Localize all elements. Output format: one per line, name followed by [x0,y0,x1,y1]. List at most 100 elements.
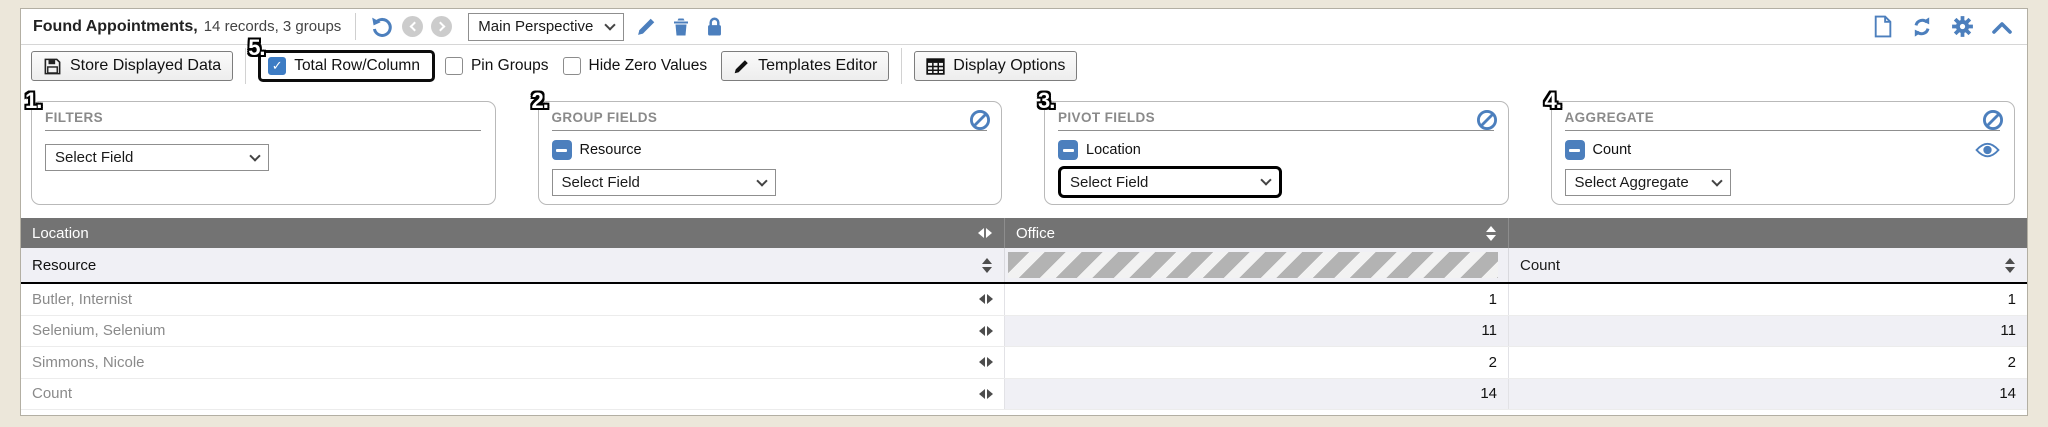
move-left-right-icon[interactable] [979,326,993,336]
remove-field-minus-icon[interactable] [552,140,572,160]
annotation-3: 3. [1038,90,1054,112]
perspective-select[interactable]: Main Perspective [468,13,624,41]
pivot-fields-panel-title: PIVOT FIELDS [1058,110,1494,131]
row-label-cell: Butler, Internist [21,284,1004,315]
count-header-label: Count [1520,257,2005,274]
pivot-header-row: Location Office [21,218,2027,248]
aggregate-field-chip: Count [1565,140,2001,160]
aggregate-select-value: Select Aggregate [1575,174,1689,191]
move-left-right-icon[interactable] [978,228,992,238]
pivot-fields-select[interactable]: Select Field [1058,166,1282,198]
office-value-cell: 2 [1004,347,1508,378]
filters-panel: 1. FILTERS Select Field [31,101,496,205]
hide-zero-values-label: Hide Zero Values [589,57,708,75]
group-fields-select-value: Select Field [562,174,640,191]
header-spacer-cell [1508,218,2027,248]
hide-zero-values-checkbox[interactable]: Hide Zero Values [563,57,708,75]
pin-groups-checkbox[interactable]: Pin Groups [445,57,549,75]
group-fields-panel: 2. GROUP FIELDS Resource Select Field [538,101,1003,205]
table-row: Simmons, Nicole 2 2 [21,347,2027,379]
edit-perspective-icon[interactable] [636,16,657,37]
pivot-field-chip: Location [1058,140,1494,160]
row-group-header-resource[interactable]: Resource [21,248,1004,282]
remove-field-minus-icon[interactable] [1058,140,1078,160]
aggregate-field-label: Count [1593,142,1632,158]
count-value-cell: 2 [1508,347,2027,378]
visibility-eye-icon[interactable] [1975,141,2000,159]
total-row-column-checkbox[interactable]: ✓ Total Row/Column [268,57,420,75]
divider [901,48,902,84]
move-left-right-icon[interactable] [979,294,993,304]
pivot-analysis-screen: { "colors": { "accent": "#4c7fbd", "head… [0,0,2048,427]
filters-select-value: Select Field [55,149,133,166]
refresh-icon[interactable] [1910,15,1934,39]
group-fields-panel-title: GROUP FIELDS [552,110,988,131]
sort-icon[interactable] [1486,226,1496,241]
next-perspective-icon[interactable] [431,16,452,37]
table-row-total: Count 14 14 [21,379,2027,411]
store-button-label: Store Displayed Data [70,57,221,75]
hatched-stripes [1008,252,1498,278]
row-label: Count [32,385,979,402]
display-options-label: Display Options [953,57,1065,75]
divider [355,13,356,40]
sort-icon[interactable] [982,258,992,273]
row-group-header-row: Resource Count [21,248,2027,284]
move-left-right-icon[interactable] [979,357,993,367]
group-field-chip: Resource [552,140,988,160]
collapse-panel-icon[interactable] [1991,19,2013,35]
total-row-column-label: Total Row/Column [294,57,420,75]
settings-gear-icon[interactable] [1951,15,1974,38]
chevron-down-icon [756,175,767,186]
checkbox-checked-icon[interactable]: ✓ [268,57,286,75]
annotation-4: 4. [1545,90,1561,112]
pin-groups-label: Pin Groups [471,57,549,75]
office-header-label: Office [1016,225,1486,242]
resource-header-label: Resource [32,257,982,274]
chevron-down-icon [1260,174,1271,185]
record-summary: 14 records, 3 groups [204,18,342,35]
chevron-down-icon [605,19,616,30]
aggregate-select[interactable]: Select Aggregate [1565,169,1731,196]
row-label-cell: Simmons, Nicole [21,347,1004,378]
delete-perspective-icon[interactable] [671,16,691,37]
column-group-header-office[interactable]: Office [1004,218,1508,248]
clear-group-fields-ban-icon[interactable] [969,109,991,131]
app-window: Found Appointments, 14 records, 3 groups… [20,8,2028,416]
perspective-value: Main Perspective [478,18,593,35]
clear-aggregate-ban-icon[interactable] [1982,109,2004,131]
page-title: Found Appointments, [33,18,198,36]
pivot-column-header-location[interactable]: Location [21,218,1004,248]
pivot-field-label: Location [1086,142,1141,158]
prev-perspective-icon[interactable] [402,16,423,37]
clear-pivot-fields-ban-icon[interactable] [1476,109,1498,131]
checkbox-unchecked-icon[interactable] [445,57,463,75]
row-label: Selenium, Selenium [32,322,979,339]
filters-field-select[interactable]: Select Field [45,144,269,171]
chevron-down-icon [249,150,260,161]
sort-icon[interactable] [2005,258,2015,273]
remove-field-minus-icon[interactable] [1565,140,1585,160]
row-label: Simmons, Nicole [32,354,979,371]
row-label: Butler, Internist [32,291,979,308]
store-displayed-data-button[interactable]: Store Displayed Data [31,51,233,81]
new-document-icon[interactable] [1872,15,1893,38]
save-icon [43,57,62,76]
row-label-cell: Count [21,379,1004,410]
checkbox-unchecked-icon[interactable] [563,57,581,75]
group-fields-select[interactable]: Select Field [552,169,776,196]
templates-editor-label: Templates Editor [758,57,877,75]
display-options-button[interactable]: Display Options [914,51,1077,81]
divider [245,48,246,84]
pivot-fields-select-value: Select Field [1070,174,1148,191]
table-grid-icon [926,58,945,75]
lock-perspective-icon[interactable] [705,16,724,37]
annotation-2: 2. [532,90,548,112]
undo-icon[interactable] [370,15,394,39]
value-header-count[interactable]: Count [1508,248,2027,282]
templates-editor-button[interactable]: Templates Editor [721,51,889,81]
count-value-cell: 11 [1508,316,2027,347]
office-value-cell: 11 [1004,316,1508,347]
table-row: Butler, Internist 1 1 [21,284,2027,316]
move-left-right-icon[interactable] [979,389,993,399]
